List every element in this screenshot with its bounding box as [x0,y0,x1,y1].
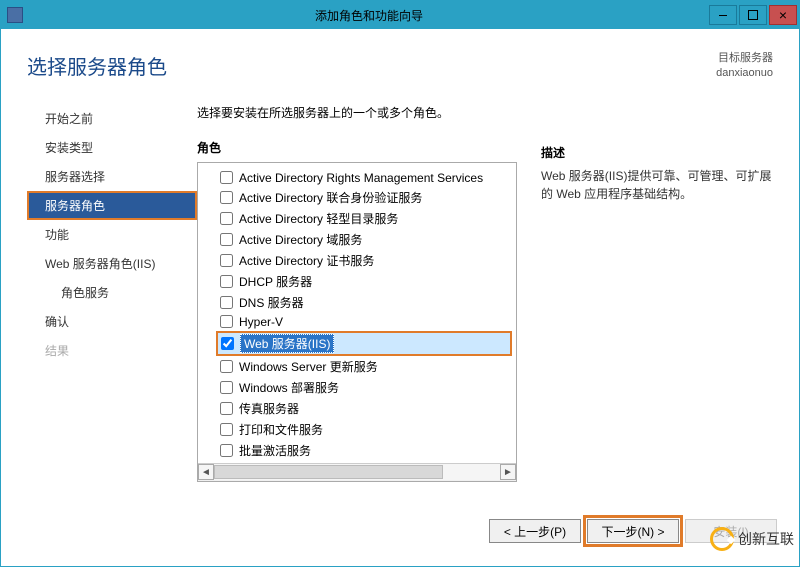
scroll-left-arrow[interactable]: ◄ [198,464,214,480]
maximize-button[interactable] [739,5,767,25]
role-label-9: Windows Server 更新服务 [239,358,378,375]
next-button[interactable]: 下一步(N) > [587,519,679,543]
role-checkbox-7[interactable] [220,315,233,328]
role-checkbox-9[interactable] [220,360,233,373]
watermark: 创新互联 [710,527,794,551]
role-label-6: DNS 服务器 [239,294,304,311]
nav-item-8: 结果 [27,336,197,365]
role-checkbox-0[interactable] [220,171,233,184]
roles-label: 角色 [197,139,517,156]
nav-item-5[interactable]: Web 服务器角色(IIS) [27,249,197,278]
nav-item-3[interactable]: 服务器角色 [27,191,197,220]
role-row-4[interactable]: Active Directory 证书服务 [216,250,512,271]
header-row: 选择服务器角色 目标服务器 danxiaonuo [27,51,773,82]
role-row-8[interactable]: Web 服务器(IIS) [216,331,512,356]
role-checkbox-5[interactable] [220,275,233,288]
nav-item-1[interactable]: 安装类型 [27,133,197,162]
prev-button[interactable]: < 上一步(P) [489,519,581,543]
wizard-nav: 开始之前安装类型服务器选择服务器角色功能Web 服务器角色(IIS)角色服务确认… [27,104,197,510]
nav-item-7[interactable]: 确认 [27,307,197,336]
role-row-11[interactable]: 传真服务器 [216,398,512,419]
role-row-5[interactable]: DHCP 服务器 [216,271,512,292]
role-label-12: 打印和文件服务 [239,421,323,438]
scroll-thumb[interactable] [214,465,443,479]
page-title: 选择服务器角色 [27,51,167,80]
content-area: 选择服务器角色 目标服务器 danxiaonuo 开始之前安装类型服务器选择服务… [1,29,799,510]
minimize-button[interactable] [709,5,737,25]
watermark-logo-icon [710,527,734,551]
close-button[interactable] [769,5,797,25]
target-value: danxiaonuo [716,66,773,81]
role-checkbox-4[interactable] [220,254,233,267]
role-checkbox-3[interactable] [220,233,233,246]
watermark-text: 创新互联 [738,529,794,549]
window-controls [709,5,799,25]
role-label-13: 批量激活服务 [239,442,311,459]
role-checkbox-1[interactable] [220,191,233,204]
main-panel: 选择要安装在所选服务器上的一个或多个角色。 角色 Active Director… [197,104,773,510]
role-label-5: DHCP 服务器 [239,273,312,290]
nav-item-2[interactable]: 服务器选择 [27,162,197,191]
role-label-1: Active Directory 联合身份验证服务 [239,189,422,206]
role-label-10: Windows 部署服务 [239,379,339,396]
wizard-window: 添加角色和功能向导 选择服务器角色 目标服务器 danxiaonuo 开始之前安… [0,0,800,567]
role-label-4: Active Directory 证书服务 [239,252,374,269]
app-icon [7,7,23,23]
role-checkbox-6[interactable] [220,296,233,309]
nav-item-6[interactable]: 角色服务 [27,278,197,307]
horizontal-scrollbar[interactable]: ◄ ► [198,463,516,481]
role-row-6[interactable]: DNS 服务器 [216,292,512,313]
role-label-0: Active Directory Rights Management Servi… [239,171,483,185]
role-row-10[interactable]: Windows 部署服务 [216,377,512,398]
description-label: 描述 [541,144,773,161]
role-checkbox-2[interactable] [220,212,233,225]
roles-column: 选择要安装在所选服务器上的一个或多个角色。 角色 Active Director… [197,104,517,510]
role-label-3: Active Directory 域服务 [239,231,362,248]
role-label-11: 传真服务器 [239,400,299,417]
roles-list[interactable]: Active Directory Rights Management Servi… [198,163,516,463]
nav-item-0[interactable]: 开始之前 [27,104,197,133]
role-label-2: Active Directory 轻型目录服务 [239,210,398,227]
role-row-9[interactable]: Windows Server 更新服务 [216,356,512,377]
target-server-box: 目标服务器 danxiaonuo [716,51,773,82]
role-row-3[interactable]: Active Directory 域服务 [216,229,512,250]
scroll-right-arrow[interactable]: ► [500,464,516,480]
role-row-0[interactable]: Active Directory Rights Management Servi… [216,169,512,187]
nav-item-4[interactable]: 功能 [27,220,197,249]
scroll-track[interactable] [214,464,500,480]
target-label: 目标服务器 [716,51,773,66]
description-column: 描述 Web 服务器(IIS)提供可靠、可管理、可扩展的 Web 应用程序基础结… [541,104,773,510]
body-row: 开始之前安装类型服务器选择服务器角色功能Web 服务器角色(IIS)角色服务确认… [27,104,773,510]
role-row-1[interactable]: Active Directory 联合身份验证服务 [216,187,512,208]
role-row-2[interactable]: Active Directory 轻型目录服务 [216,208,512,229]
role-row-12[interactable]: 打印和文件服务 [216,419,512,440]
role-checkbox-11[interactable] [220,402,233,415]
role-checkbox-8[interactable] [221,337,234,350]
role-label-7: Hyper-V [239,315,283,329]
role-row-7[interactable]: Hyper-V [216,313,512,331]
role-checkbox-12[interactable] [220,423,233,436]
button-row: < 上一步(P) 下一步(N) > 安装(I) [1,510,799,566]
roles-list-box: Active Directory Rights Management Servi… [197,162,517,482]
description-text: Web 服务器(IIS)提供可靠、可管理、可扩展的 Web 应用程序基础结构。 [541,167,773,203]
role-checkbox-10[interactable] [220,381,233,394]
window-title: 添加角色和功能向导 [29,7,709,24]
titlebar: 添加角色和功能向导 [1,1,799,29]
instruction-text: 选择要安装在所选服务器上的一个或多个角色。 [197,104,517,121]
role-checkbox-13[interactable] [220,444,233,457]
role-label-8: Web 服务器(IIS) [240,334,334,353]
role-row-13[interactable]: 批量激活服务 [216,440,512,461]
